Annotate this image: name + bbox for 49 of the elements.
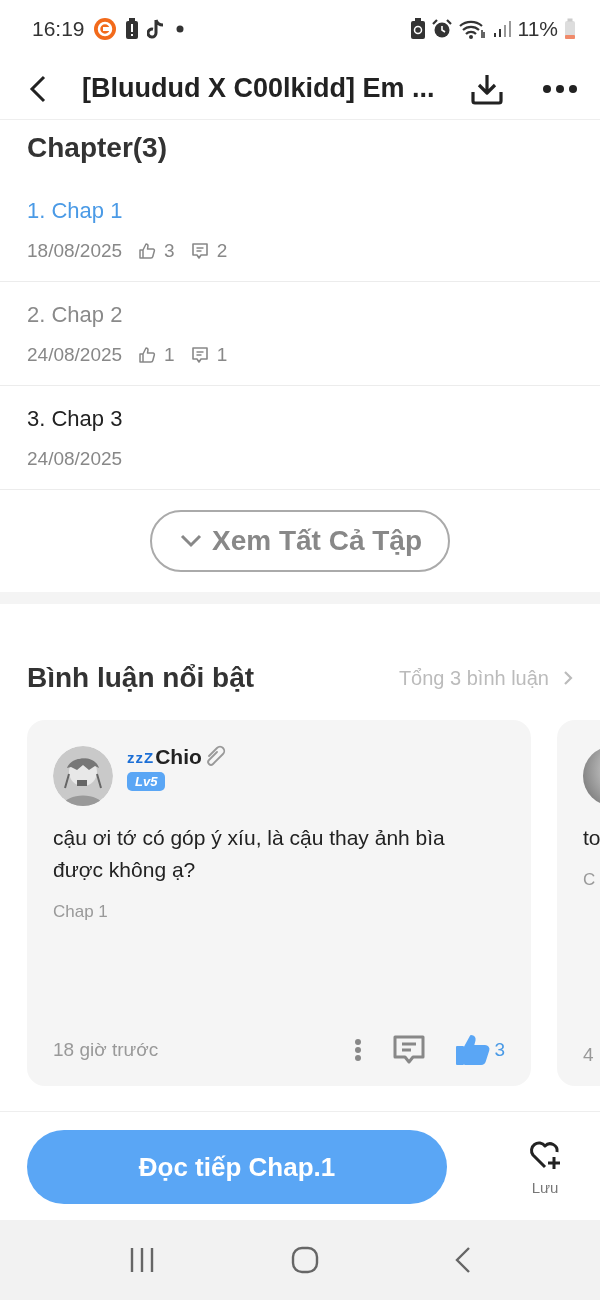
comment-text: cậu ơi tớ có góp ý xíu, là cậu thay ảnh bìa được không ạ?	[53, 825, 446, 884]
like-count: 1	[164, 344, 175, 367]
thumbs-up-icon	[138, 242, 157, 261]
chevron-right-icon	[563, 670, 573, 687]
recorder-app-icon	[92, 16, 117, 41]
comment-count: 2	[216, 240, 228, 263]
comment-count: 1	[216, 344, 228, 367]
thumbs-up-icon	[138, 346, 157, 365]
music-note-icon	[146, 17, 165, 40]
comment-chapter: C	[583, 870, 597, 891]
comment-card[interactable]: to C 4	[557, 720, 600, 1087]
chapter-date: 24/08/2025	[27, 448, 123, 471]
clock: 16:19	[32, 16, 85, 41]
like-count: 3	[164, 240, 175, 263]
section-heading: Bình luận nổi bật	[27, 662, 255, 695]
home-icon[interactable]	[291, 1246, 319, 1275]
heart-plus-icon	[528, 1138, 562, 1171]
comment-icon	[190, 346, 209, 365]
sleep-emoji: zzZ	[127, 748, 155, 766]
like-button[interactable]: 3	[456, 1034, 505, 1067]
thumbs-up-icon	[456, 1034, 491, 1067]
continue-reading-button[interactable]: Đọc tiếp Chap.1	[27, 1130, 447, 1205]
alarm-icon	[431, 18, 452, 39]
battery-icon	[564, 17, 576, 40]
chapter-title[interactable]: 1. Chap 1	[27, 198, 123, 225]
save-button[interactable]: Lưu	[515, 1138, 575, 1196]
comment-text: to	[583, 825, 600, 852]
story-title: [Bluudud X C00lkidd] Em ...	[82, 73, 436, 105]
comment-time: 4	[583, 1044, 594, 1067]
comment-icon	[190, 242, 209, 261]
battery-percent: 11%	[517, 16, 558, 41]
see-all-button[interactable]: Xem Tất Cả Tập	[149, 510, 451, 573]
comment-chapter: Chap 1	[53, 902, 109, 923]
chapter-title[interactable]: 3. Chap 3	[27, 406, 123, 433]
more-vertical-icon[interactable]	[354, 1038, 363, 1063]
comment-card[interactable]: zzZChio Lv5 cậu ơi tớ có góp ý xíu, là cậu thay ảnh bìa được không ạ? Chap 1 18 giờ trước 3	[27, 720, 531, 1087]
signal-icon	[491, 18, 512, 39]
chapter-date: 24/08/2025	[27, 344, 123, 367]
user-name: Chio	[155, 745, 202, 770]
more-icon[interactable]	[542, 83, 578, 94]
chapter-title[interactable]: 2. Chap 2	[27, 302, 123, 329]
comment-time: 18 giờ trước	[53, 1039, 159, 1062]
level-badge: Lv5	[127, 772, 166, 792]
alert-battery-icon	[124, 17, 139, 40]
total-comments-link[interactable]: Tổng 3 bình luận	[398, 666, 573, 690]
section-heading: Chapter(3)	[27, 132, 168, 165]
chapter-date: 18/08/2025	[27, 240, 123, 263]
battery-saver-icon	[409, 17, 426, 40]
chevron-down-icon	[179, 534, 202, 549]
